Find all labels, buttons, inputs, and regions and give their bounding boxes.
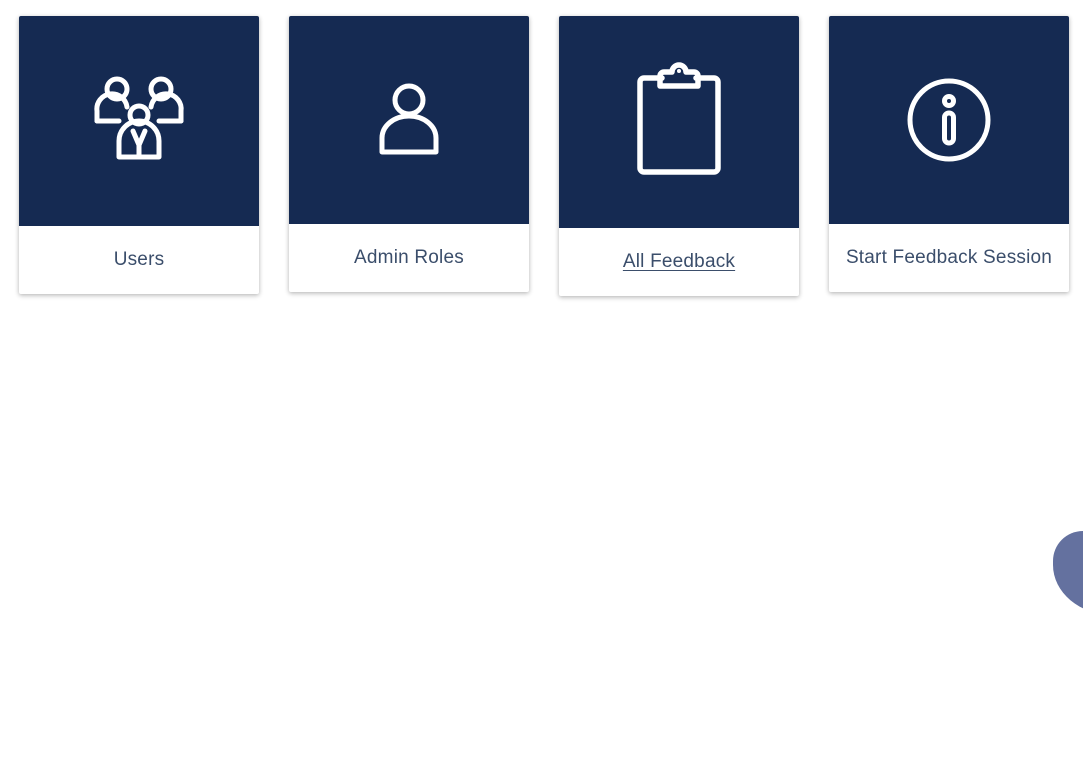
users-label-text: Users: [113, 249, 165, 270]
users-card[interactable]: Users: [19, 16, 259, 294]
admin-roles-label-text: Admin Roles: [354, 247, 464, 268]
start-feedback-session-card[interactable]: Start Feedback Session: [829, 16, 1069, 292]
floating-widget-tab[interactable]: [1053, 531, 1083, 615]
person-icon: [379, 83, 439, 155]
users-card-header: [19, 16, 259, 226]
admin-roles-card[interactable]: Admin Roles: [289, 16, 529, 292]
start-feedback-session-card-header: [829, 16, 1069, 224]
start-feedback-session-card-label: Start Feedback Session: [829, 224, 1069, 292]
clipboard-icon: [637, 62, 721, 175]
all-feedback-card-header: [559, 16, 799, 228]
admin-roles-card-label: Admin Roles: [289, 224, 529, 292]
all-feedback-link[interactable]: All Feedback: [623, 251, 735, 273]
start-feedback-session-label-text: Start Feedback Session: [845, 247, 1053, 268]
users-card-label: Users: [19, 226, 259, 294]
admin-roles-card-header: [289, 16, 529, 224]
users-group-icon: [94, 76, 184, 160]
all-feedback-card-label: All Feedback: [559, 228, 799, 296]
info-icon: [907, 78, 991, 162]
all-feedback-card[interactable]: All Feedback: [559, 16, 799, 296]
